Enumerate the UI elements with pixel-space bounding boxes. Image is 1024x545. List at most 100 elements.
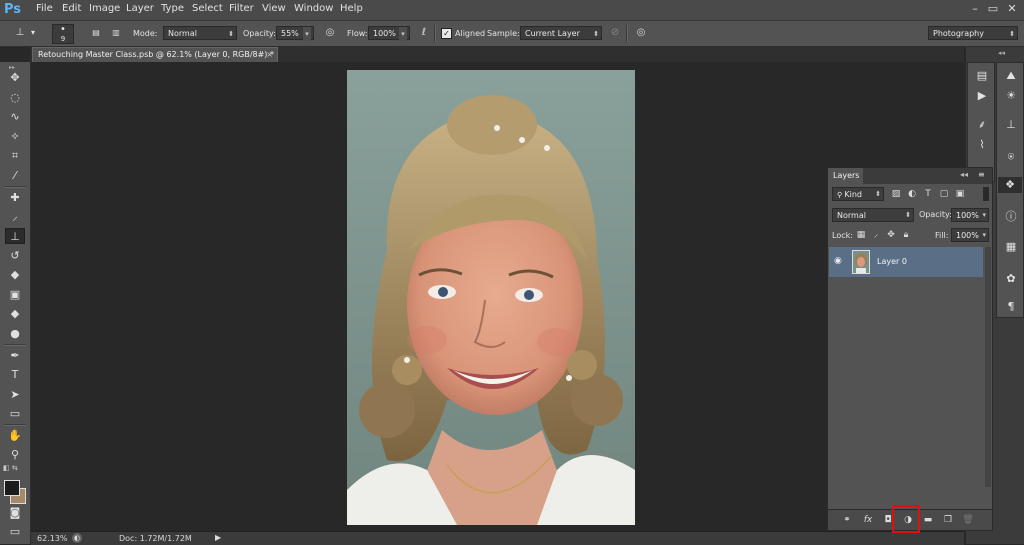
filter-pixel-icon[interactable]: ▨ bbox=[890, 188, 902, 200]
navigator-icon[interactable]: ⛰ bbox=[1003, 68, 1019, 84]
styles-icon[interactable]: ✿ bbox=[1003, 271, 1019, 287]
maximize-button[interactable]: ▭ bbox=[985, 2, 1001, 16]
minimize-button[interactable]: – bbox=[967, 2, 983, 16]
marquee-tool-icon[interactable]: ◌ bbox=[5, 90, 25, 106]
menu-image[interactable]: Image bbox=[89, 3, 120, 14]
properties-icon[interactable]: ▦ bbox=[1003, 239, 1019, 255]
clone-source-icon[interactable]: ⊥ bbox=[1003, 117, 1019, 133]
menu-layer[interactable]: Layer bbox=[126, 3, 154, 14]
blur-tool-icon[interactable]: ◆ bbox=[5, 306, 25, 322]
close-window-button[interactable]: ✕ bbox=[1004, 2, 1020, 16]
lock-position-icon[interactable]: ✥ bbox=[885, 229, 897, 241]
opacity-input[interactable]: 55% ▾ bbox=[276, 26, 314, 41]
paths-icon[interactable]: ⌇ bbox=[974, 137, 990, 153]
blend-mode-value: Normal bbox=[837, 211, 866, 220]
quick-mask-icon[interactable]: ◙ bbox=[5, 505, 25, 521]
clone-stamp-preset-icon[interactable]: ⊥ bbox=[12, 25, 28, 41]
eyedropper-tool-icon[interactable]: ⁄ bbox=[5, 168, 25, 184]
menu-window[interactable]: Window bbox=[294, 3, 333, 14]
pressure-opacity-icon[interactable]: ◎ bbox=[322, 25, 338, 41]
filter-type-icon[interactable]: T bbox=[922, 188, 934, 200]
close-document-icon[interactable]: × bbox=[266, 48, 273, 62]
preset-dropdown-caret[interactable]: ▾ bbox=[31, 28, 35, 37]
airbrush-icon[interactable]: ℓ bbox=[416, 25, 432, 41]
menu-type[interactable]: Type bbox=[161, 3, 184, 14]
hand-tool-icon[interactable]: ✋ bbox=[5, 428, 25, 444]
paragraph-icon[interactable]: ¶ bbox=[1003, 299, 1019, 315]
flow-input[interactable]: 100% ▾ bbox=[368, 26, 410, 41]
dock-collapse-icon[interactable]: ◂◂ bbox=[998, 49, 1005, 57]
fill-caret-icon: ▾ bbox=[982, 231, 986, 239]
brush-tool-icon[interactable]: ⸝ bbox=[5, 209, 25, 225]
filter-adjustment-icon[interactable]: ◐ bbox=[906, 188, 918, 200]
fill-input[interactable]: 100% ▾ bbox=[951, 228, 989, 242]
gradient-tool-icon[interactable]: ▣ bbox=[5, 287, 25, 303]
shape-tool-icon[interactable]: ▭ bbox=[5, 406, 25, 422]
eraser-tool-icon[interactable]: ◆ bbox=[5, 267, 25, 283]
screen-mode-icon[interactable]: ▭ bbox=[5, 524, 25, 540]
document-photo[interactable] bbox=[347, 70, 635, 525]
zoom-tool-icon[interactable]: ⚲ bbox=[5, 447, 25, 463]
layer-visibility-eye-icon[interactable]: ◉ bbox=[834, 256, 842, 266]
histogram-icon[interactable]: ▤ bbox=[974, 68, 990, 84]
foreground-color-swatch[interactable] bbox=[4, 480, 20, 496]
menu-edit[interactable]: Edit bbox=[62, 3, 81, 14]
filter-toggle[interactable] bbox=[983, 187, 989, 201]
menu-select[interactable]: Select bbox=[192, 3, 223, 14]
layers-tab[interactable]: Layers bbox=[828, 168, 863, 184]
adjustments-icon[interactable]: ☀ bbox=[1003, 88, 1019, 104]
info-icon[interactable]: ⓘ bbox=[1003, 209, 1019, 225]
menu-file[interactable]: File bbox=[36, 3, 53, 14]
status-share-icon[interactable]: ◐ bbox=[72, 533, 82, 543]
lock-transparent-icon[interactable]: ▦ bbox=[855, 229, 867, 241]
crop-tool-icon[interactable]: ⌗ bbox=[5, 148, 25, 164]
dodge-tool-icon[interactable]: ● bbox=[5, 326, 25, 342]
new-layer-icon[interactable]: ❐ bbox=[941, 514, 955, 526]
panel-menu-icon[interactable]: ≡ bbox=[978, 170, 985, 179]
layer-filter-select[interactable]: ⚲ Kind ⬍ bbox=[832, 187, 884, 201]
blend-mode-select[interactable]: Normal ⬍ bbox=[832, 208, 914, 222]
menu-filter[interactable]: Filter bbox=[229, 3, 254, 14]
layers-scrollbar[interactable] bbox=[985, 247, 991, 487]
zoom-level[interactable]: 62.13% bbox=[37, 534, 68, 543]
layers-icon[interactable]: ❖ bbox=[998, 177, 1022, 193]
menu-view[interactable]: View bbox=[262, 3, 286, 14]
layer-name[interactable]: Layer 0 bbox=[877, 257, 907, 266]
brush-size-picker[interactable]: • 9 bbox=[52, 24, 74, 44]
lock-all-icon[interactable]: 🔒︎ bbox=[900, 229, 912, 241]
healing-brush-tool-icon[interactable]: ✚ bbox=[5, 190, 25, 206]
layer-opacity-input[interactable]: 100% ▾ bbox=[951, 208, 989, 222]
aligned-checkbox[interactable]: ✓ bbox=[441, 28, 452, 39]
move-tool-icon[interactable]: ✥ bbox=[5, 70, 25, 86]
sample-select[interactable]: Current Layer ⬍ bbox=[520, 26, 602, 40]
ignore-adjustment-layers-icon[interactable]: ⊘ bbox=[607, 25, 623, 41]
clone-stamp-tool-icon[interactable]: ⊥ bbox=[5, 228, 25, 244]
delete-layer-icon[interactable]: 🗑︎ bbox=[961, 514, 975, 526]
status-menu-arrow-icon[interactable]: ▶ bbox=[215, 533, 221, 542]
brush-icon[interactable]: ⍟ bbox=[1003, 149, 1019, 165]
filter-smart-object-icon[interactable]: ▣ bbox=[954, 188, 966, 200]
workspace-select[interactable]: Photography ⬍ bbox=[928, 26, 1018, 40]
pen-tool-icon[interactable]: ✒ bbox=[5, 348, 25, 364]
actions-play-icon[interactable]: ▶ bbox=[974, 88, 990, 104]
brush-presets-icon[interactable]: ⸙ bbox=[974, 117, 990, 133]
path-selection-tool-icon[interactable]: ➤ bbox=[5, 387, 25, 403]
document-tab[interactable]: Retouching Master Class.psb @ 62.1% (Lay… bbox=[32, 47, 278, 62]
lasso-tool-icon[interactable]: ∿ bbox=[5, 109, 25, 125]
mode-select[interactable]: Normal ⬍ bbox=[163, 26, 237, 40]
layer-style-fx-icon[interactable]: fx bbox=[861, 514, 875, 526]
magic-wand-tool-icon[interactable]: ✧ bbox=[5, 129, 25, 145]
default-colors-icon[interactable]: ◧ ⇆ bbox=[3, 464, 18, 472]
type-tool-icon[interactable]: T bbox=[5, 367, 25, 383]
clone-source-panel-icon[interactable]: ▥ bbox=[108, 25, 124, 41]
filter-shape-icon[interactable]: ▢ bbox=[938, 188, 950, 200]
new-group-icon[interactable]: ▬ bbox=[921, 514, 935, 526]
panel-collapse-icon[interactable]: ◂◂ bbox=[960, 170, 968, 179]
menu-help[interactable]: Help bbox=[340, 3, 363, 14]
brush-panel-toggle-icon[interactable]: ▤ bbox=[88, 25, 104, 41]
pressure-size-icon[interactable]: ◎ bbox=[633, 25, 649, 41]
lock-image-icon[interactable]: ⸝ bbox=[870, 229, 882, 241]
history-brush-tool-icon[interactable]: ↺ bbox=[5, 248, 25, 264]
layer-row[interactable]: ◉ Layer 0 bbox=[829, 247, 983, 277]
link-layers-icon[interactable]: ⚭ bbox=[840, 514, 854, 526]
